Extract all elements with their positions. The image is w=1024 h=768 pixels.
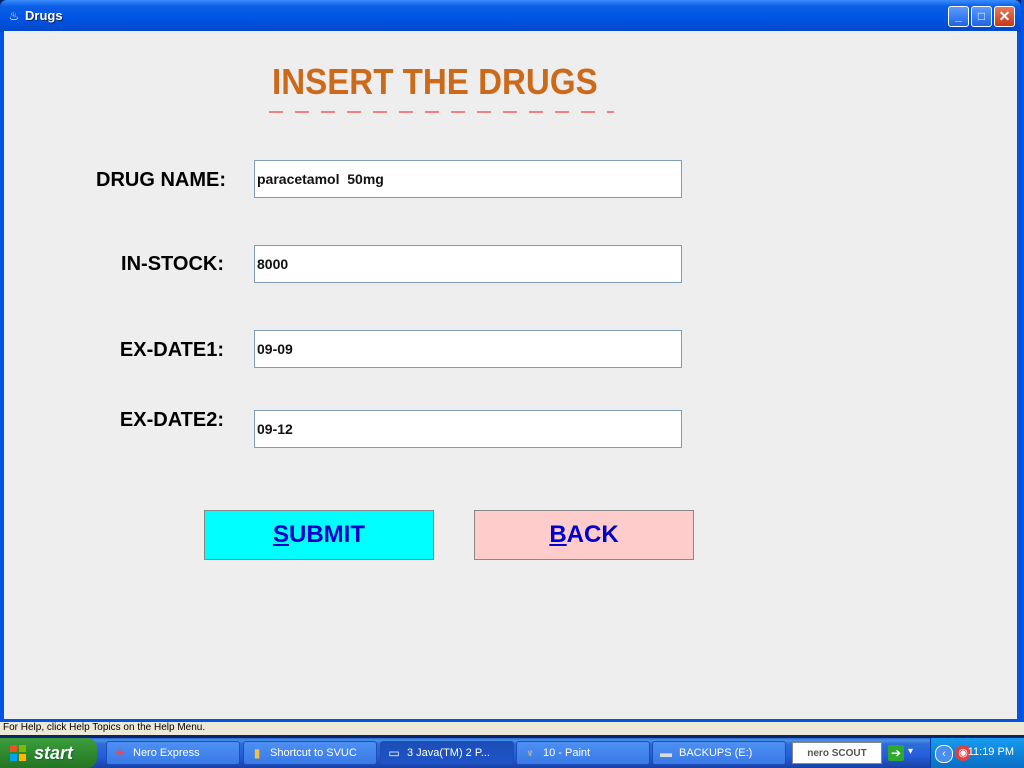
status-bar: For Help, click Help Topics on the Help … <box>0 722 1024 735</box>
maximize-button[interactable]: □ <box>971 6 992 27</box>
chevron-left-icon[interactable]: ‹ <box>935 745 953 763</box>
chevron-down-icon[interactable]: ▾ <box>908 746 913 757</box>
back-mnemonic: B <box>549 521 567 548</box>
submit-label: UBMIT <box>289 521 365 548</box>
start-label: start <box>34 743 74 763</box>
heading-underline <box>269 111 614 113</box>
task-shortcut-svuc[interactable]: ▮ Shortcut to SVUC <box>243 741 377 765</box>
window-title: Drugs <box>25 8 63 23</box>
form-panel: INSERT THE DRUGS DRUG NAME: IN-STOCK: EX… <box>4 31 1017 719</box>
task-java[interactable]: ▭ 3 Java(TM) 2 P... <box>380 741 514 765</box>
task-label: Nero Express <box>133 747 200 759</box>
ex-date2-label: EX-DATE2: <box>119 409 224 431</box>
title-bar[interactable]: ♨ Drugs _ □ ✕ <box>0 0 1021 32</box>
clock[interactable]: 11:19 PM <box>968 746 1014 758</box>
task-label: BACKUPS (E:) <box>679 747 753 759</box>
in-stock-label: IN-STOCK: <box>121 253 224 275</box>
task-label: Shortcut to SVUC <box>270 747 357 759</box>
arrow-right-icon[interactable]: ➔ <box>888 745 904 761</box>
task-label: 3 Java(TM) 2 P... <box>407 747 490 759</box>
windows-logo-icon <box>10 745 26 761</box>
back-label: ACK <box>566 521 619 548</box>
task-paint[interactable]: ♆ 10 - Paint <box>516 741 650 765</box>
java-icon: ▭ <box>388 746 400 760</box>
start-button[interactable]: start <box>0 738 97 768</box>
ex-date1-input[interactable] <box>254 330 682 368</box>
system-tray: ‹ ◉ 11:19 PM <box>930 738 1024 768</box>
drug-name-label: DRUG NAME: <box>96 169 226 191</box>
close-button[interactable]: ✕ <box>994 6 1015 27</box>
back-button[interactable]: BACK <box>474 510 694 560</box>
submit-button[interactable]: SUBMIT <box>204 510 434 560</box>
nero-icon: ✈ <box>114 746 126 760</box>
shortcut-icon: ▮ <box>253 746 261 760</box>
paint-icon: ♆ <box>525 746 535 760</box>
nero-scout-toolbar[interactable]: nero SCOUT <box>792 742 882 764</box>
submit-mnemonic: S <box>273 521 290 548</box>
task-backups[interactable]: ▬ BACKUPS (E:) <box>652 741 786 765</box>
task-label: 10 - Paint <box>543 747 591 759</box>
task-nero-express[interactable]: ✈ Nero Express <box>106 741 240 765</box>
java-cup-icon: ♨ <box>8 9 20 23</box>
in-stock-input[interactable] <box>254 245 682 283</box>
taskbar: start ✈ Nero Express ▮ Shortcut to SVUC … <box>0 738 1024 768</box>
ex-date2-input[interactable] <box>254 410 682 448</box>
drug-name-input[interactable] <box>254 160 682 198</box>
ex-date1-label: EX-DATE1: <box>119 339 224 361</box>
form-heading: INSERT THE DRUGS <box>272 61 598 102</box>
drugs-window: ♨ Drugs _ □ ✕ INSERT THE DRUGS DRUG NAME… <box>0 0 1021 722</box>
minimize-button[interactable]: _ <box>948 6 969 27</box>
drive-icon: ▬ <box>660 746 672 760</box>
